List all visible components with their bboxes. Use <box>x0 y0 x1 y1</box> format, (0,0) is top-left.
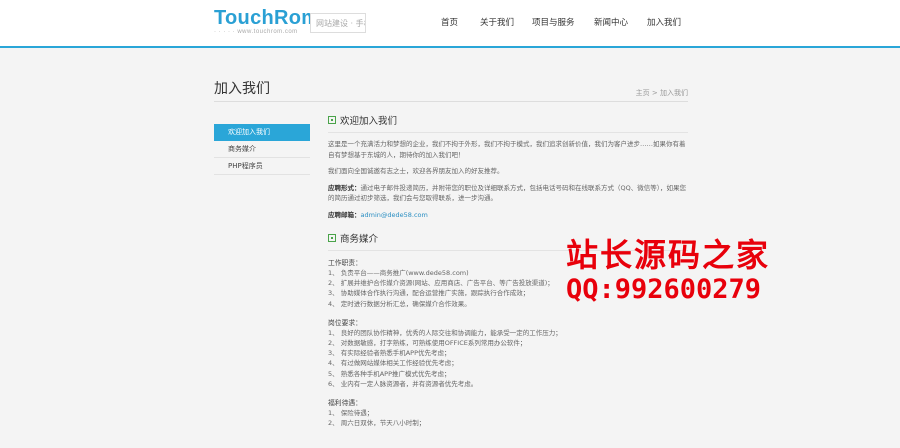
list-item: 2、 对数据敏感，打字熟练，可熟练使用OFFICE系列常用办公软件； <box>328 339 527 348</box>
section-title-text: 商务媒介 <box>340 234 379 245</box>
intro-paragraph: 这里是一个充满活力和梦想的企业，我们不拘于外形，我们不拘于模式，我们追求创新价值… <box>328 140 686 159</box>
list-item: 1、 保险待遇； <box>328 409 374 418</box>
apply-text: 通过电子邮件投递简历，并附带您的职位及详细联系方式，包括电话号码和在线联系方式（… <box>328 183 686 203</box>
sidebar-item-business-media[interactable]: 商务媒介 <box>214 141 310 158</box>
site-header: TouchRom · · · · · www.touchrom.com 网站建设… <box>0 0 900 48</box>
requirements-heading: 岗位要求： <box>328 318 362 327</box>
page-title: 加入我们 <box>214 81 270 97</box>
watermark-overlay: 站长源码之家 QQ:992600279 <box>566 236 770 306</box>
email-link[interactable]: admin@dede58.com <box>361 211 428 219</box>
apply-paragraph: 应聘形式：通过电子邮件投递简历，并附带您的职位及详细联系方式，包括电话号码和在线… <box>328 183 688 204</box>
list-item: 3、 有实际经验者熟悉手机APP优先考虑； <box>328 349 451 358</box>
nav-home[interactable]: 首页 <box>441 16 458 30</box>
nav-about[interactable]: 关于我们 <box>480 16 514 30</box>
nav-services[interactable]: 项目与服务 <box>532 16 575 30</box>
sidebar-item-php-programmer[interactable]: PHP程序员 <box>214 158 310 175</box>
section-divider <box>328 132 688 133</box>
breadcrumb[interactable]: 主页 > 加入我们 <box>636 88 688 98</box>
sidebar: 欢迎加入我们 商务媒介 PHP程序员 <box>214 124 310 175</box>
email-paragraph: 应聘邮箱：admin@dede58.com <box>328 210 688 221</box>
nav-join[interactable]: 加入我们 <box>647 16 681 30</box>
section-bullet-icon <box>328 234 336 242</box>
list-item: 5、 熟悉各种手机APP推广模式优先考虑； <box>328 369 451 378</box>
watermark-title: 站长源码之家 <box>566 236 771 274</box>
list-item: 6、 业内有一定人脉资源者，并有资源者优先考虑。 <box>328 379 478 388</box>
list-item: 4、 有过做网站媒体相关工作经验优先考虑； <box>328 359 458 368</box>
list-item: 1、 良好的团队协作精神，优秀的人际交往和协调能力，能承受一定的工作压力； <box>328 328 562 337</box>
list-item: 2、 周六日双休，节天八小时制； <box>328 419 426 428</box>
main-nav: 首页 关于我们 项目与服务 新闻中心 加入我们 <box>0 16 900 32</box>
email-label: 应聘邮箱： <box>328 210 361 219</box>
title-divider <box>214 101 688 102</box>
section-bullet-icon <box>328 116 336 124</box>
invite-paragraph: 我们面向全国诚邀有志之士，欢迎各界朋友加入的好友推荐。 <box>328 167 504 175</box>
section-title-text: 欢迎加入我们 <box>340 116 398 127</box>
nav-news[interactable]: 新闻中心 <box>594 16 628 30</box>
benefits-heading: 福利待遇： <box>328 399 362 408</box>
apply-label: 应聘形式： <box>328 183 361 192</box>
section-welcome-title: 欢迎加入我们 <box>328 112 688 128</box>
sidebar-item-welcome[interactable]: 欢迎加入我们 <box>214 124 310 141</box>
watermark-qq: QQ:992600279 <box>566 274 762 305</box>
